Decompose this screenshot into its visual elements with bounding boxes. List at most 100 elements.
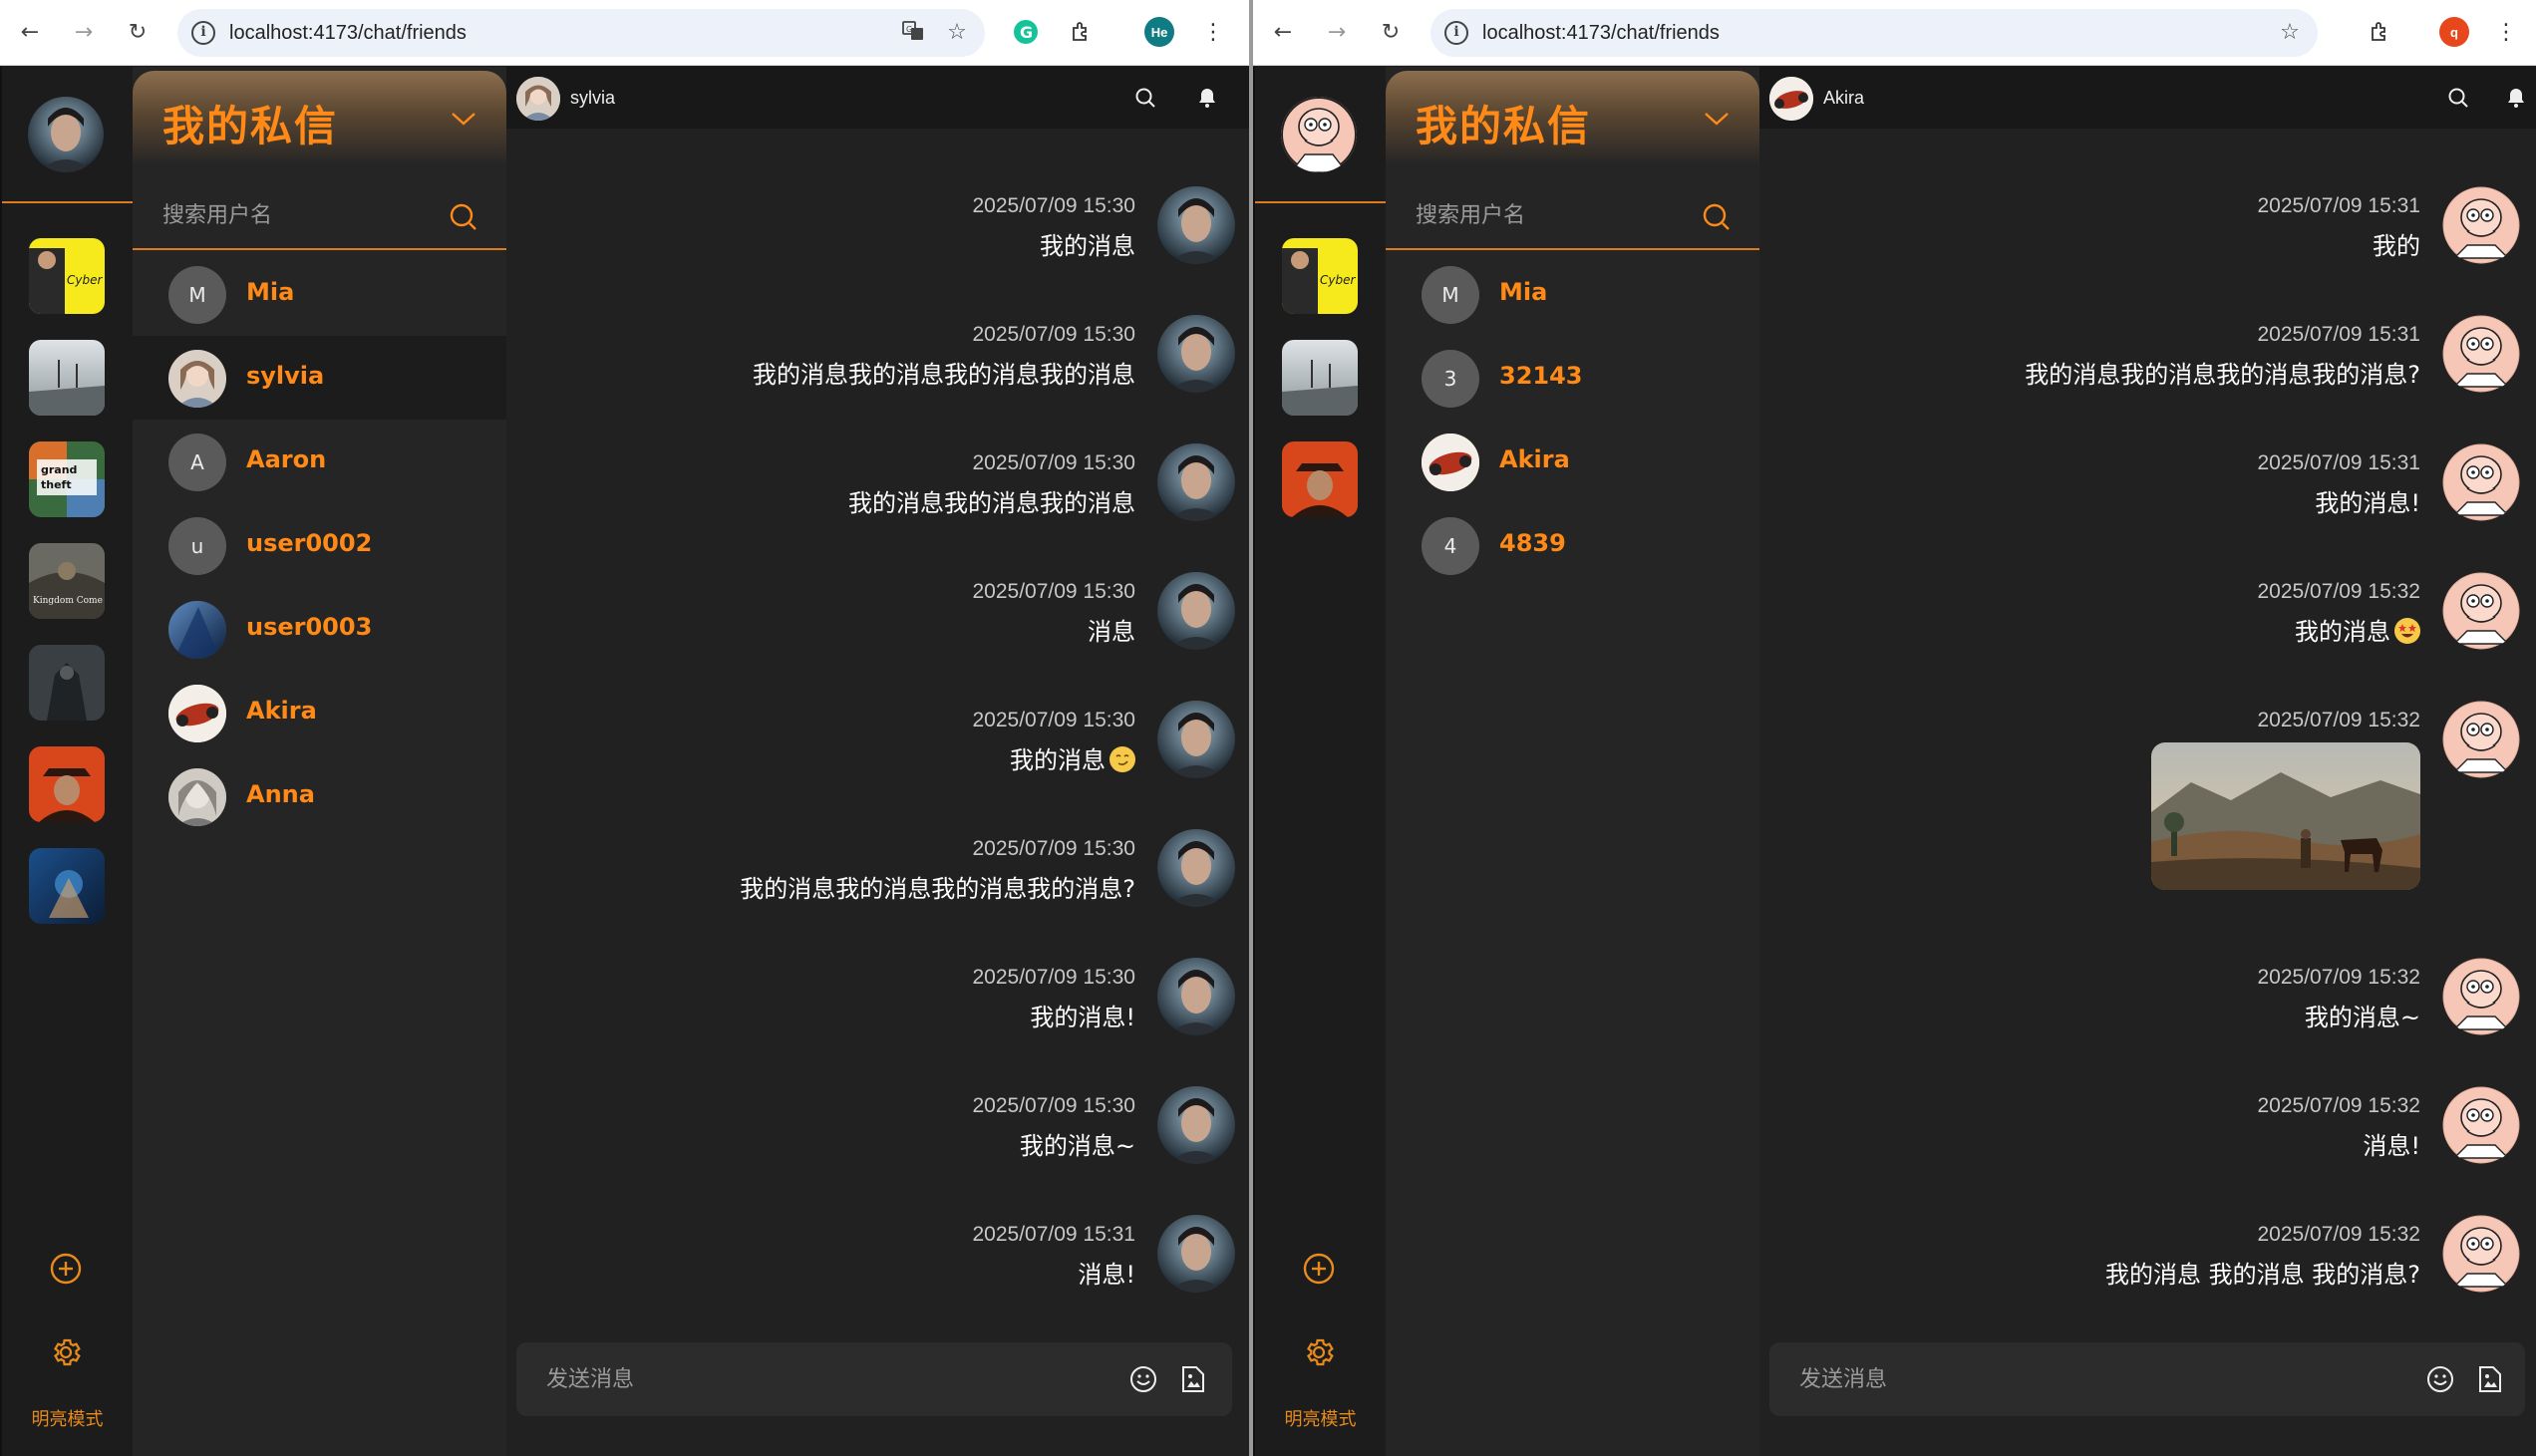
forward-icon[interactable]: → — [66, 14, 102, 50]
friend-item[interactable]: A Aaron — [133, 420, 506, 503]
address-bar[interactable]: i localhost:4173/chat/friends G ☆ — [177, 9, 985, 57]
current-user-avatar[interactable] — [28, 97, 104, 172]
light-mode-toggle[interactable]: 明亮模式 — [1255, 1405, 1386, 1431]
bookmark-star-icon[interactable]: ☆ — [943, 19, 971, 47]
friend-item[interactable]: Akira — [1386, 420, 1759, 503]
sender-avatar[interactable] — [1157, 829, 1235, 907]
current-user-avatar[interactable] — [1281, 97, 1357, 172]
friend-item[interactable]: user0003 — [133, 587, 506, 671]
sender-avatar[interactable] — [1157, 1215, 1235, 1293]
sender-avatar[interactable] — [1157, 572, 1235, 650]
search-icon[interactable] — [2443, 83, 2473, 113]
reload-icon[interactable]: ↻ — [120, 14, 156, 50]
message-input[interactable] — [546, 1362, 1045, 1396]
sender-avatar[interactable] — [2442, 1086, 2520, 1164]
friend-avatar — [168, 768, 226, 826]
back-icon[interactable]: ← — [12, 14, 48, 50]
sender-avatar[interactable] — [2442, 186, 2520, 264]
friend-item[interactable]: M Mia — [133, 252, 506, 336]
message-time: 2025/07/09 15:30 — [972, 580, 1136, 603]
game-deathstranding-icon[interactable] — [1282, 340, 1358, 416]
sender-avatar[interactable] — [2442, 1215, 2520, 1293]
search-input[interactable] — [162, 198, 422, 232]
search-icon[interactable] — [1130, 83, 1160, 113]
sender-avatar[interactable] — [1157, 443, 1235, 521]
sender-avatar[interactable] — [1157, 1086, 1235, 1164]
emoji-picker-icon[interactable] — [1126, 1362, 1160, 1396]
message-time: 2025/07/09 15:32 — [2257, 1094, 2421, 1117]
friend-item[interactable]: M Mia — [1386, 252, 1759, 336]
friend-name: Akira — [246, 697, 317, 725]
site-info-icon[interactable]: i — [1444, 21, 1468, 45]
profile-avatar[interactable]: q — [2439, 17, 2469, 47]
bell-icon[interactable] — [1192, 83, 1222, 113]
bell-icon[interactable] — [2501, 83, 2531, 113]
game-rdr2-icon[interactable] — [29, 746, 105, 822]
add-circle-icon[interactable] — [46, 1249, 86, 1289]
settings-gear-icon[interactable] — [46, 1332, 86, 1372]
game-kingdomcome-icon[interactable]: Kingdom Come — [29, 543, 105, 619]
emoji-picker-icon[interactable] — [2423, 1362, 2457, 1396]
menu-kebab-icon[interactable]: ⋮ — [2489, 15, 2523, 49]
game-deathstranding-icon[interactable] — [29, 340, 105, 416]
sender-avatar[interactable] — [1157, 315, 1235, 393]
sender-avatar[interactable] — [2442, 315, 2520, 393]
reload-icon[interactable]: ↻ — [1373, 14, 1409, 50]
profile-avatar[interactable]: He — [1144, 17, 1174, 47]
friend-item[interactable]: u user0002 — [133, 503, 506, 587]
message-input[interactable] — [1799, 1362, 2298, 1396]
game-cyberpunk-icon[interactable]: Cyber — [1282, 238, 1358, 314]
extensions-icon[interactable] — [1065, 15, 1099, 49]
game-rdr2-icon[interactable] — [1282, 441, 1358, 517]
message: 2025/07/09 15:32 我的消息 — [1802, 572, 2520, 682]
message-text: 我的消息~ — [2304, 1004, 2420, 1031]
menu-kebab-icon[interactable]: ⋮ — [1196, 15, 1230, 49]
sender-avatar[interactable] — [1157, 958, 1235, 1035]
bookmark-star-icon[interactable]: ☆ — [2276, 19, 2304, 47]
friend-item[interactable]: Anna — [133, 754, 506, 838]
game-cyberpunk-icon[interactable]: Cyber — [29, 238, 105, 314]
forward-icon[interactable]: → — [1319, 14, 1355, 50]
friend-name: Mia — [1499, 278, 1548, 306]
chat-partner-avatar[interactable] — [1769, 77, 1813, 121]
game-knight-icon[interactable] — [29, 645, 105, 721]
sender-avatar[interactable] — [2442, 572, 2520, 650]
game-gta-icon[interactable]: grand theft — [29, 441, 105, 517]
site-info-icon[interactable]: i — [191, 21, 215, 45]
extensions-icon[interactable] — [2364, 15, 2397, 49]
friend-item-active[interactable]: sylvia — [133, 336, 506, 420]
sender-avatar[interactable] — [2442, 701, 2520, 778]
add-circle-icon[interactable] — [1299, 1249, 1339, 1289]
sender-avatar[interactable] — [2442, 443, 2520, 521]
address-bar[interactable]: i localhost:4173/chat/friends ☆ — [1430, 9, 2318, 57]
friend-item[interactable]: 4 4839 — [1386, 503, 1759, 587]
grammarly-extension-icon[interactable]: G — [1009, 15, 1043, 49]
url-text: localhost:4173/chat/friends — [229, 22, 467, 44]
friend-name: Aaron — [246, 445, 327, 473]
landscape-horse-image[interactable] — [2151, 742, 2420, 890]
game-blue-fantasy-icon[interactable] — [29, 848, 105, 924]
sender-avatar[interactable] — [2442, 958, 2520, 1035]
sender-avatar[interactable] — [1157, 186, 1235, 264]
message-text: 我的消息我的消息我的消息我的消息 — [753, 361, 1135, 389]
light-mode-toggle[interactable]: 明亮模式 — [2, 1405, 133, 1431]
sender-avatar[interactable] — [1157, 701, 1235, 778]
friend-avatar — [168, 685, 226, 742]
chat-partner-avatar[interactable] — [516, 77, 560, 121]
friend-item[interactable]: Akira — [133, 671, 506, 754]
search-icon[interactable] — [449, 202, 478, 236]
chevron-down-icon[interactable] — [1704, 111, 1730, 131]
friend-item[interactable]: 3 32143 — [1386, 336, 1759, 420]
search-icon[interactable] — [1702, 202, 1732, 236]
upload-image-icon[interactable] — [2473, 1362, 2507, 1396]
back-icon[interactable]: ← — [1265, 14, 1301, 50]
translate-icon[interactable]: G — [899, 19, 927, 47]
settings-gear-icon[interactable] — [1299, 1332, 1339, 1372]
search-input[interactable] — [1416, 198, 1675, 232]
message: 2025/07/09 15:30 我的消息我的消息我的消息 — [517, 443, 1235, 553]
chevron-down-icon[interactable] — [451, 111, 476, 131]
starstruck-emoji-icon — [2394, 618, 2420, 644]
message-time: 2025/07/09 15:32 — [2257, 966, 2421, 989]
upload-image-icon[interactable] — [1176, 1362, 1210, 1396]
message-time: 2025/07/09 15:32 — [2257, 1223, 2421, 1246]
